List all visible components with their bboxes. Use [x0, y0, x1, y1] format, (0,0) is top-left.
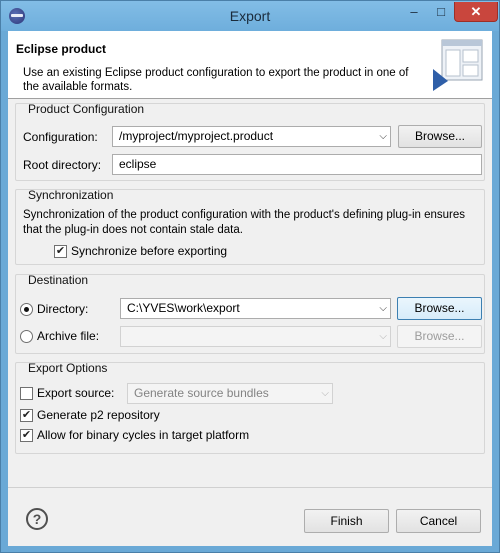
directory-radio[interactable] [20, 303, 33, 316]
archive-file-browse-button[interactable]: Browse... [397, 325, 482, 348]
help-icon[interactable]: ? [26, 508, 48, 530]
export-source-checkbox[interactable] [20, 387, 33, 400]
archive-file-label[interactable]: Archive file: [37, 329, 99, 343]
archive-file-radio[interactable] [20, 330, 33, 343]
page-title: Eclipse product [16, 42, 107, 56]
synchronize-checkbox[interactable]: ✔ [54, 245, 67, 258]
directory-browse-button[interactable]: Browse... [397, 297, 482, 320]
minimize-button[interactable]: – [401, 2, 427, 22]
binary-cycles-checkbox[interactable]: ✔ [20, 429, 33, 442]
export-source-label[interactable]: Export source: [37, 386, 114, 400]
root-directory-input[interactable]: eclipse [112, 154, 482, 175]
maximize-button[interactable]: □ [428, 2, 454, 22]
configuration-value: /myproject/myproject.product [119, 129, 274, 143]
export-source-combo[interactable]: Generate source bundles ⌵ [127, 383, 333, 404]
synchronization-group: Synchronization Synchronization of the p… [15, 188, 485, 265]
chevron-down-icon: ⌵ [379, 131, 387, 142]
group-label: Synchronization [28, 188, 114, 202]
binary-cycles-label[interactable]: Allow for binary cycles in target platfo… [37, 428, 249, 442]
configuration-browse-button[interactable]: Browse... [398, 125, 482, 148]
page-description: Use an existing Eclipse product configur… [23, 67, 409, 93]
destination-group: Destination Directory: C:\YVES\work\expo… [15, 273, 485, 354]
cancel-button[interactable]: Cancel [396, 509, 481, 533]
configuration-label: Configuration: [23, 130, 98, 144]
directory-combo[interactable]: C:\YVES\work\export ⌵ [120, 298, 391, 319]
generate-p2-label[interactable]: Generate p2 repository [37, 408, 160, 422]
close-button[interactable]: ✕ [454, 2, 498, 22]
group-label: Export Options [28, 361, 108, 375]
export-wizard-icon [433, 39, 483, 91]
product-configuration-group: Product Configuration Configuration: /my… [15, 102, 485, 181]
directory-value: C:\YVES\work\export [127, 301, 240, 315]
archive-file-combo[interactable]: ⌵ [120, 326, 391, 347]
export-dialog: Export – □ ✕ Eclipse product Use an exis… [0, 0, 500, 553]
synchronize-label[interactable]: Synchronize before exporting [71, 244, 227, 258]
synchronization-description: Synchronization of the product configura… [23, 209, 466, 236]
dialog-client: Eclipse product Use an existing Eclipse … [8, 31, 492, 546]
title-bar[interactable]: Export – □ ✕ [1, 1, 499, 31]
chevron-down-icon: ⌵ [379, 331, 387, 342]
chevron-down-icon: ⌵ [379, 303, 387, 314]
chevron-down-icon: ⌵ [321, 388, 329, 399]
footer-separator [8, 487, 492, 488]
root-directory-label: Root directory: [23, 158, 102, 172]
directory-label[interactable]: Directory: [37, 302, 88, 316]
export-source-value: Generate source bundles [134, 386, 269, 400]
finish-button[interactable]: Finish [304, 509, 389, 533]
group-label: Destination [28, 273, 89, 287]
group-label: Product Configuration [28, 102, 145, 116]
export-options-group: Export Options Export source: Generate s… [15, 361, 485, 454]
configuration-combo[interactable]: /myproject/myproject.product ⌵ [112, 126, 391, 147]
generate-p2-checkbox[interactable]: ✔ [20, 409, 33, 422]
wizard-header: Eclipse product Use an existing Eclipse … [8, 31, 492, 99]
